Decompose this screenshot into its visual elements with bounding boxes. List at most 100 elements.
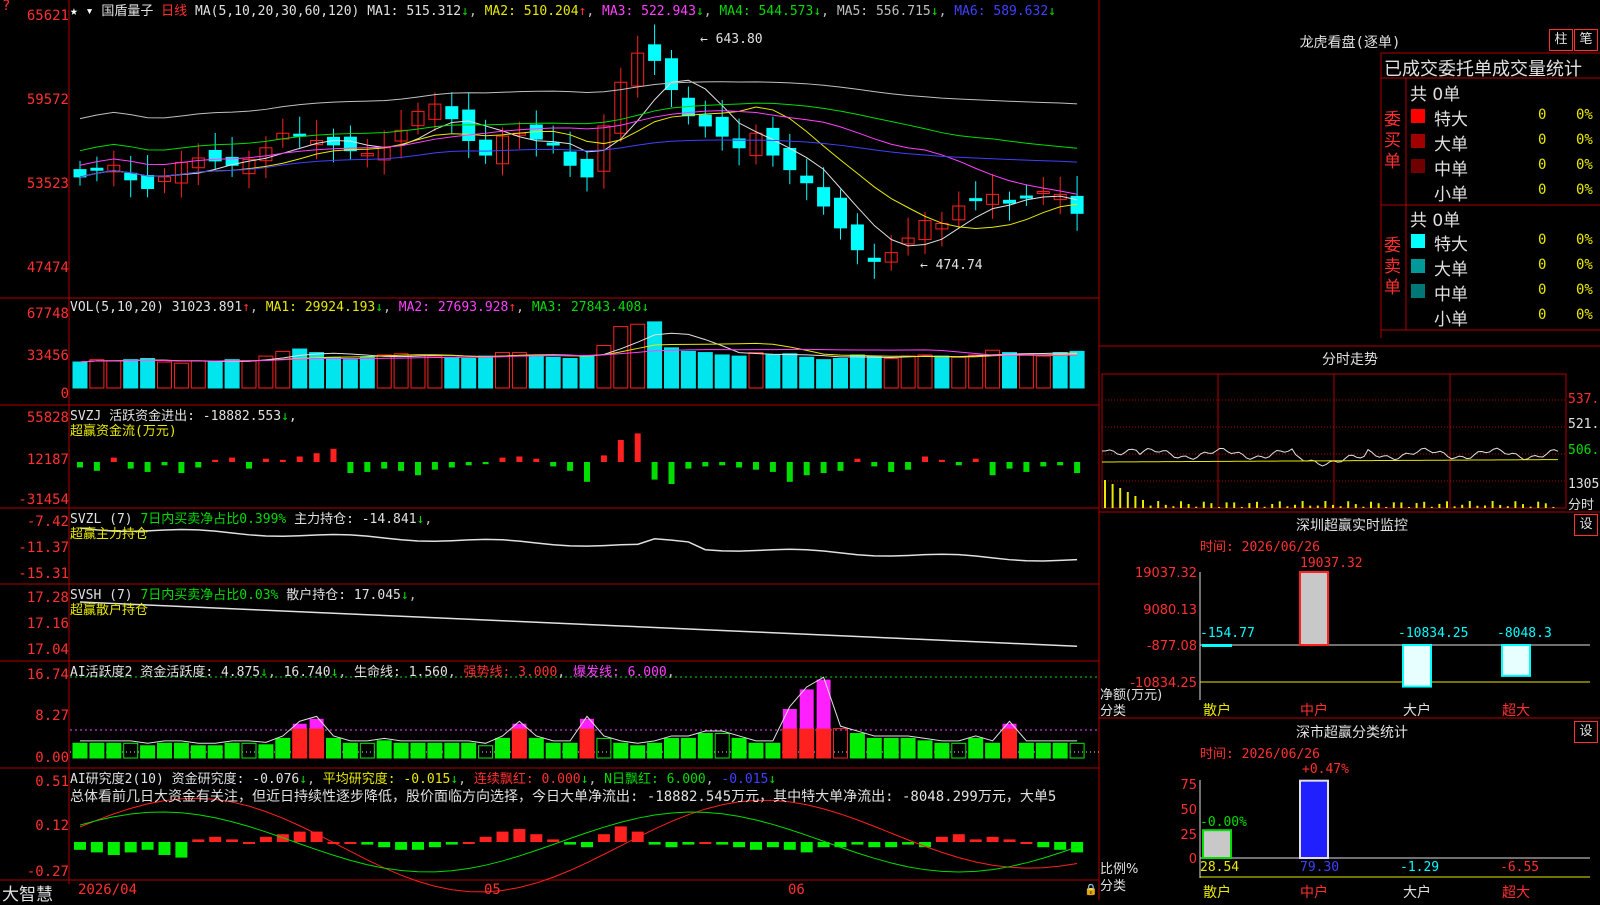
- volume-bar: [207, 361, 223, 389]
- low-price-label: ← 474.74: [920, 258, 983, 273]
- research-bar: [935, 836, 948, 842]
- flow-bar: [803, 462, 810, 476]
- research-bar: [243, 842, 255, 844]
- volume-bar: [765, 354, 781, 389]
- activity-bar: [714, 733, 730, 759]
- activity-bar: [89, 742, 105, 759]
- net-bar: [1402, 644, 1432, 688]
- volume-bar: [697, 352, 713, 389]
- ma-value-2: MA2: 510.204: [476, 4, 579, 19]
- dragon-tabs[interactable]: 已成交委托单成交量统计: [1384, 55, 1582, 81]
- activity-bar: [410, 742, 426, 759]
- candle-body: [90, 167, 104, 171]
- sz-monitor-settings-button[interactable]: 设: [1574, 514, 1598, 536]
- intraday-volume-bar: [1453, 506, 1456, 508]
- research-bar: [361, 842, 374, 845]
- chart-canvas[interactable]: 19037.32 9080.13 -877.08 -10834.25 75 50 25 0: [0, 0, 1600, 900]
- y-tick: 8.27: [35, 708, 69, 724]
- intraday-volume-bar: [1119, 488, 1122, 508]
- activity-bar: [190, 745, 206, 759]
- activity-bar: [849, 733, 865, 759]
- vol-header: VOL(5,10,20) 31023.891↑, MA1: 29924.193↓…: [70, 300, 650, 315]
- volume-bar: [596, 344, 612, 389]
- activity-bar: [1002, 728, 1017, 759]
- volume-bar: [376, 354, 392, 389]
- ma-line: [79, 81, 1078, 120]
- bar-view-button[interactable]: 柱: [1549, 29, 1573, 51]
- activity-bar-top: [1002, 723, 1017, 729]
- intraday-volume-bar: [1468, 501, 1471, 508]
- ma-value-5: MA5: 556.715: [829, 4, 931, 19]
- flow-bar: [279, 459, 286, 462]
- candle-body: [783, 147, 797, 171]
- flow-bar: [786, 462, 793, 482]
- retail-holding-line: [79, 601, 1078, 647]
- flow-bar: [989, 462, 996, 476]
- volume-bar: [866, 355, 882, 389]
- research-bar: [530, 834, 543, 842]
- research-bar: [1037, 842, 1050, 848]
- activity-bar: [833, 728, 848, 759]
- y-tick: 17.16: [26, 616, 69, 632]
- y-tick: 0: [60, 386, 69, 402]
- research-bar: [395, 842, 408, 850]
- volume-bar: [478, 355, 494, 389]
- research-bar: [581, 842, 593, 848]
- stock-name[interactable]: 国盾量子: [101, 4, 153, 19]
- intraday-volume-bar: [1104, 480, 1106, 508]
- expand-icon[interactable]: ?: [2, 0, 10, 14]
- order-count: 0: [1538, 307, 1547, 323]
- flow-bar: [415, 462, 421, 476]
- ma-line: [79, 102, 1078, 152]
- research-bar: [226, 839, 239, 842]
- order-count: 0: [1538, 107, 1547, 123]
- volume-bar: [613, 326, 629, 389]
- volume-bar: [444, 356, 460, 389]
- intraday-volume-bar: [1301, 501, 1304, 508]
- volume-bar: [731, 355, 747, 389]
- activity-bar: [393, 742, 409, 759]
- x-tick: 2026/04: [78, 882, 138, 898]
- flow-bar: [854, 458, 861, 462]
- flow-bar: [144, 462, 151, 472]
- order-count: 0: [1538, 232, 1547, 248]
- activity-bar: [140, 745, 156, 759]
- volume-bar: [1069, 350, 1085, 389]
- intraday-volume-bar: [1377, 503, 1380, 508]
- intraday-volume-bar: [1415, 503, 1418, 508]
- candle-body: [445, 106, 459, 120]
- lock-icon[interactable]: 🔒: [1084, 883, 1098, 896]
- intraday-volume-bar: [1172, 506, 1175, 508]
- candle-body: [580, 158, 594, 178]
- flow-bar: [567, 462, 574, 471]
- volume-bar: [833, 357, 848, 389]
- flow-bar: [888, 462, 895, 472]
- research-bar: [74, 842, 86, 850]
- sz-stats-settings-button[interactable]: 设: [1574, 721, 1598, 743]
- volume-bar: [359, 356, 375, 389]
- period-label[interactable]: 日线: [161, 4, 187, 19]
- research-bar: [564, 842, 577, 845]
- y-tick: -7.42: [26, 514, 69, 530]
- research-bar: [800, 842, 813, 853]
- flow-bar: [634, 433, 641, 462]
- y-tick: 0.12: [35, 818, 69, 834]
- activity-bar: [326, 737, 341, 759]
- category-label: 散户: [1203, 885, 1231, 901]
- intraday-volume-bar: [1126, 492, 1129, 508]
- research-bar: [868, 842, 881, 848]
- research-bar: [834, 842, 847, 848]
- research-bar: [885, 842, 898, 848]
- order-pct: 0%: [1576, 232, 1593, 248]
- flow-bar: [922, 456, 928, 462]
- research-bar: [597, 834, 610, 842]
- intraday-volume-bar: [1142, 500, 1144, 508]
- tick-view-button[interactable]: 笔: [1574, 29, 1598, 51]
- category-label: 散户: [1203, 703, 1231, 719]
- order-type: 大单: [1434, 260, 1468, 280]
- volume-bar: [968, 354, 984, 389]
- activity-bar: [1035, 742, 1051, 759]
- activity-bar: [883, 737, 899, 759]
- intraday-volume-bar: [1491, 501, 1494, 508]
- ai-active-header: AI活跃度2 资金活跃度: 4.875↓, 16.740↓, 生命线: 1.56…: [70, 665, 675, 680]
